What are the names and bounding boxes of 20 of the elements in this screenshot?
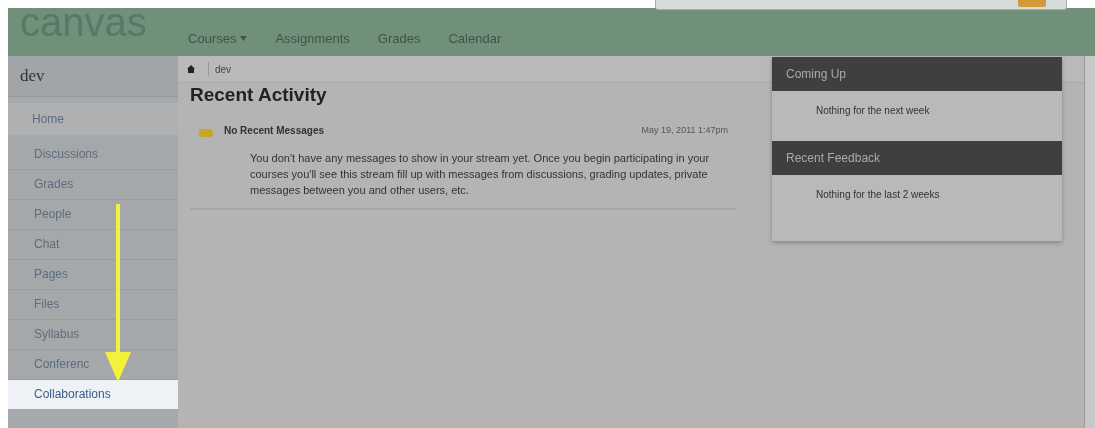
page-title: Recent Activity [190, 83, 328, 107]
panel-text: Nothing for the last 2 weeks [815, 188, 941, 202]
sidebar-item[interactable]: Home [8, 103, 178, 135]
nav-link[interactable]: Grades [377, 31, 421, 46]
message-icon [198, 127, 214, 139]
message-date: May 19, 2011 1:47pm [641, 125, 728, 136]
panel-text: Nothing for the next week [815, 104, 931, 118]
nav-link[interactable]: Calendar [448, 31, 502, 46]
sidebar-item[interactable]: Collaborations [8, 380, 178, 409]
nav-link[interactable]: Courses [188, 31, 248, 46]
search-button[interactable] [1018, 0, 1046, 7]
message-body: You don't have any messages to show in your stream yet. Once you begin participating in your courses you'll see this stream fill up with messages from discussions, grading updates, private messages between you and other users, etc. [250, 151, 711, 198]
panel-header: Recent Feedback [772, 141, 1062, 175]
nav-link[interactable]: Assignments [275, 31, 350, 46]
scrollbar[interactable] [1084, 56, 1095, 428]
message-title: No Recent Messages [224, 125, 325, 136]
panel-header: Coming Up [772, 57, 1062, 91]
course-title: dev [8, 56, 178, 97]
breadcrumb-link[interactable]: dev [215, 63, 232, 75]
home-icon[interactable] [186, 64, 196, 74]
